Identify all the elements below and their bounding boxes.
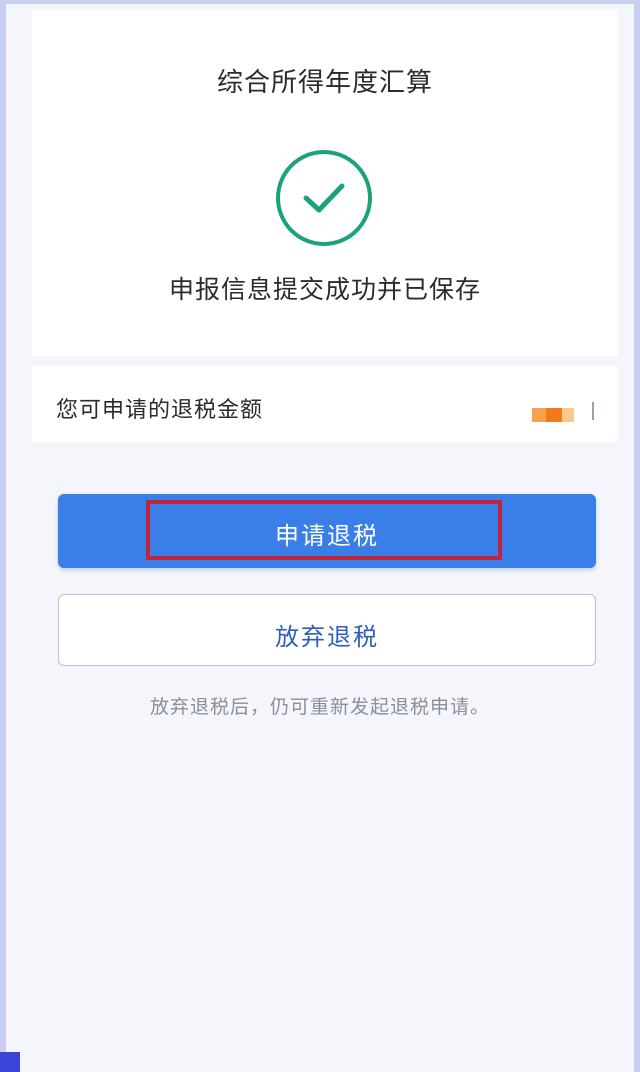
redaction-block xyxy=(562,408,574,422)
refund-amount-redacted xyxy=(532,408,574,422)
success-panel: 申报信息提交成功并已保存 xyxy=(32,112,618,356)
hint-text: 放弃退税后，仍可重新发起退税申请。 xyxy=(149,696,490,718)
redaction-block xyxy=(546,408,562,422)
give-up-refund-label: 放弃退税 xyxy=(275,624,379,651)
page-title: 综合所得年度汇算 xyxy=(216,68,433,98)
divider-mark xyxy=(592,402,594,420)
redaction-block xyxy=(532,408,546,422)
app-header: 综合所得年度汇算 xyxy=(32,10,618,113)
apply-refund-label: 申请退税 xyxy=(275,523,379,550)
success-message: 申报信息提交成功并已保存 xyxy=(168,275,481,304)
check-circle-icon xyxy=(276,150,372,246)
app-frame: 综合所得年度汇算 申报信息提交成功并已保存 您可申请的退税金额 申请退税 放弃退… xyxy=(0,0,640,1072)
refund-amount-row: 您可申请的退税金额 xyxy=(32,366,618,442)
give-up-refund-button[interactable]: 放弃退税 xyxy=(58,594,596,666)
corner-marker xyxy=(0,1052,20,1072)
apply-refund-button[interactable]: 申请退税 xyxy=(58,494,596,568)
refund-amount-label: 您可申请的退税金额 xyxy=(56,398,264,423)
